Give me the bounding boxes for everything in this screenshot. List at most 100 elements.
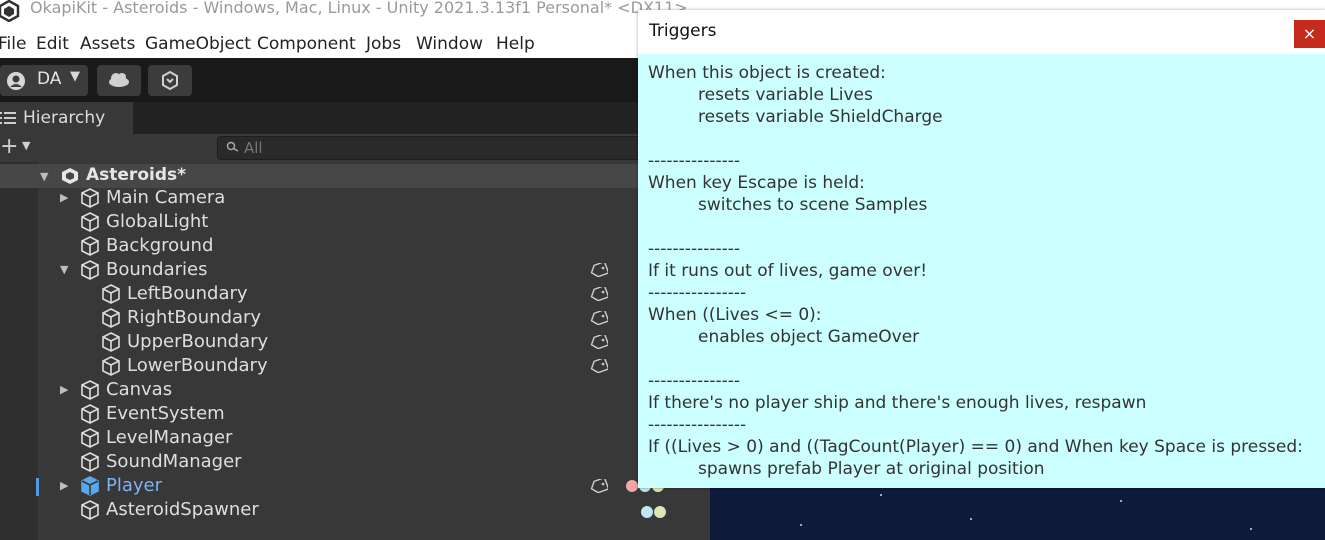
hierarchy-item[interactable]: GlobalLight xyxy=(0,210,660,234)
hierarchy-item-label: Background xyxy=(106,235,214,256)
trigger-line: When ((Lives <= 0): xyxy=(648,305,822,325)
hierarchy-item[interactable]: ▼ Boundaries xyxy=(0,258,660,282)
list-icon xyxy=(0,112,16,124)
gameobject-cube-icon xyxy=(80,476,100,500)
close-button[interactable]: × xyxy=(1294,20,1325,48)
trigger-line: If ((Lives > 0) and ((TagCount(Player) =… xyxy=(648,437,1303,457)
hierarchy-item-label: Player xyxy=(106,475,163,496)
status-dot-icon xyxy=(641,506,653,518)
menu-file[interactable]: File xyxy=(0,34,26,54)
tag-icon[interactable] xyxy=(590,260,610,281)
hierarchy-item[interactable]: LeftBoundary xyxy=(0,282,660,306)
trigger-line: switches to scene Samples xyxy=(698,195,928,215)
hierarchy-item[interactable]: ▶ Player xyxy=(0,474,664,500)
trigger-line: spawns prefab Player at original positio… xyxy=(698,459,1045,479)
tab-hierarchy[interactable]: Hierarchy xyxy=(0,102,133,134)
chevron-right-icon[interactable]: ▶ xyxy=(60,479,68,492)
hierarchy-item[interactable]: EventSystem xyxy=(0,402,660,426)
gameobject-cube-icon xyxy=(101,284,121,308)
trigger-line: When this object is created: xyxy=(648,63,886,83)
status-dot-icon xyxy=(626,480,638,492)
hierarchy-tab-bar: Hierarchy xyxy=(0,102,710,134)
hierarchy-item[interactable]: SoundManager xyxy=(0,450,660,474)
chevron-right-icon[interactable]: ▶ xyxy=(60,191,68,204)
chevron-down-icon[interactable]: ▼ xyxy=(40,170,48,183)
hierarchy-item-label: Main Camera xyxy=(106,187,226,208)
menu-window[interactable]: Window xyxy=(416,34,483,54)
menu-component[interactable]: Component xyxy=(257,34,356,54)
hierarchy-item[interactable]: ▶ Main Camera xyxy=(0,186,660,210)
trigger-separator: --------------- xyxy=(648,239,741,259)
unity-scene-icon xyxy=(62,168,78,184)
hierarchy-item-label: LevelManager xyxy=(106,427,233,448)
add-object-button[interactable]: + xyxy=(0,136,18,158)
gameobject-cube-icon xyxy=(80,404,100,428)
menu-edit[interactable]: Edit xyxy=(36,34,69,54)
menu-jobs[interactable]: Jobs xyxy=(366,34,401,54)
scene-row[interactable]: ▼ Asteroids* xyxy=(0,164,710,188)
chevron-right-icon[interactable]: ▶ xyxy=(60,383,68,396)
trigger-separator: --------------- xyxy=(648,371,741,391)
tag-icon[interactable] xyxy=(590,308,610,329)
gameobject-cube-icon xyxy=(101,356,121,380)
hierarchy-item[interactable]: Background xyxy=(0,234,660,258)
trigger-line: If there's no player ship and there's en… xyxy=(648,393,1147,413)
popup-title: Triggers xyxy=(649,21,717,41)
hierarchy-item-label: Boundaries xyxy=(106,259,208,280)
hierarchy-item-label: LeftBoundary xyxy=(127,283,248,304)
star xyxy=(1250,528,1252,530)
menu-help[interactable]: Help xyxy=(496,34,535,54)
gameobject-cube-icon xyxy=(80,212,100,236)
tag-icon[interactable] xyxy=(590,476,610,497)
hierarchy-item[interactable]: AsteroidSpawner xyxy=(0,498,666,522)
hierarchy-item-label: LowerBoundary xyxy=(127,355,268,376)
collab-icon xyxy=(162,70,178,91)
triggers-popup: Triggers × When this object is created: … xyxy=(638,10,1325,488)
trigger-separator: --------------- xyxy=(648,151,741,171)
menu-assets[interactable]: Assets xyxy=(80,34,135,54)
hierarchy-search[interactable] xyxy=(217,136,659,160)
account-icon xyxy=(7,72,25,90)
account-dropdown[interactable]: DA ▼ xyxy=(0,65,88,96)
gameobject-cube-icon xyxy=(101,332,121,356)
hierarchy-item[interactable]: LevelManager xyxy=(0,426,660,450)
trigger-line: resets variable Lives xyxy=(698,85,873,105)
scene-view[interactable] xyxy=(710,488,1325,540)
hierarchy-item-label: SoundManager xyxy=(106,451,242,472)
collab-button[interactable] xyxy=(148,65,192,96)
scene-name: Asteroids* xyxy=(86,165,186,185)
hierarchy-item[interactable]: ▶ Canvas xyxy=(0,378,660,402)
hierarchy-item[interactable]: UpperBoundary xyxy=(0,330,660,354)
window-title: OkapiKit - Asteroids - Windows, Mac, Lin… xyxy=(30,0,688,17)
hierarchy-item[interactable]: RightBoundary xyxy=(0,306,660,330)
gameobject-cube-icon xyxy=(80,452,100,476)
tag-icon[interactable] xyxy=(590,356,610,377)
trigger-separator: ---------------- xyxy=(648,283,747,303)
star xyxy=(800,524,802,526)
gameobject-cube-icon xyxy=(80,260,100,284)
cloud-icon xyxy=(109,73,129,87)
hierarchy-item[interactable]: LowerBoundary xyxy=(0,354,660,378)
search-input[interactable] xyxy=(244,137,644,159)
trigger-separator: ---------------- xyxy=(648,415,747,435)
hierarchy-item-label: UpperBoundary xyxy=(127,331,269,352)
chevron-down-icon[interactable]: ▼ xyxy=(22,139,30,152)
search-icon xyxy=(226,141,239,152)
hierarchy-item-label: GlobalLight xyxy=(106,211,209,232)
trigger-line: When key Escape is held: xyxy=(648,173,865,193)
gameobject-cube-icon xyxy=(80,380,100,404)
chevron-down-icon[interactable]: ▼ xyxy=(60,263,68,276)
hierarchy-item-label: Canvas xyxy=(106,379,173,400)
tag-icon[interactable] xyxy=(590,332,610,353)
tab-hierarchy-label: Hierarchy xyxy=(23,108,106,128)
hierarchy-item-label: EventSystem xyxy=(106,403,225,424)
cloud-button[interactable] xyxy=(97,65,141,96)
trigger-line: resets variable ShieldCharge xyxy=(698,107,943,127)
trigger-line: enables object GameOver xyxy=(698,327,920,347)
menu-gameobject[interactable]: GameObject xyxy=(145,34,251,54)
gameobject-cube-icon xyxy=(101,308,121,332)
hierarchy-item-label: AsteroidSpawner xyxy=(106,499,259,520)
star xyxy=(880,494,882,496)
tag-icon[interactable] xyxy=(590,284,610,305)
trigger-line: If it runs out of lives, game over! xyxy=(648,261,928,281)
